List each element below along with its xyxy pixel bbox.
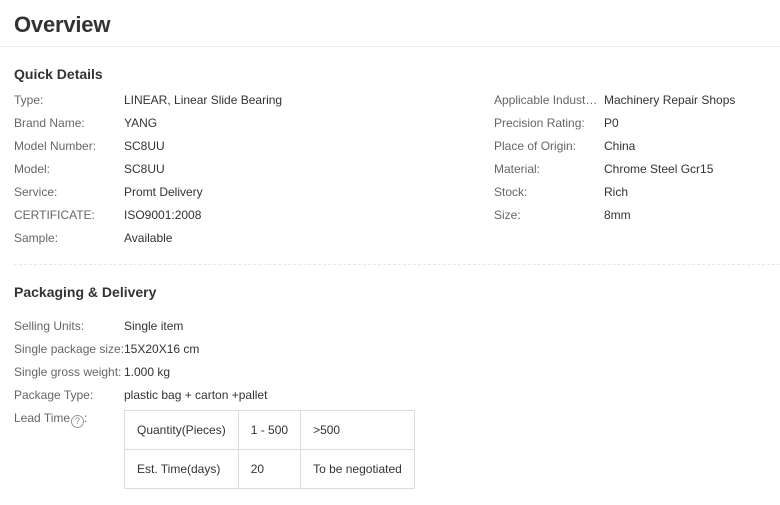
table-row: Est. Time(days) 20 To be negotiated [124,449,415,489]
detail-value: plastic bag + carton +pallet [124,388,268,402]
detail-value: SC8UU [124,162,165,176]
lead-time-label: Lead Time?: [14,411,87,428]
detail-value: 1.000 kg [124,365,171,379]
detail-value: Rich [604,185,629,199]
detail-value: P0 [604,116,619,130]
detail-label: Material: [494,162,541,176]
detail-label: Package Type: [14,388,94,402]
table-row: Quantity(Pieces) 1 - 500 >500 [124,410,415,450]
table-cell: >500 [300,410,415,450]
table-cell: Est. Time(days) [124,449,239,489]
detail-value: YANG [124,116,158,130]
detail-label: Sample: [14,231,59,245]
detail-value: Available [124,231,173,245]
table-cell: 20 [237,449,302,489]
packaging-delivery-heading: Packaging & Delivery [14,284,157,300]
detail-value: 15X20X16 cm [124,342,200,356]
section-divider [14,264,780,265]
page-title: Overview [14,12,111,37]
detail-label: Type: [14,93,44,107]
detail-label: Selling Units: [14,319,85,333]
detail-label: Stock: [494,185,528,199]
detail-label: Model: [14,162,51,176]
detail-value: Single item [124,319,184,333]
quick-details-heading: Quick Details [14,66,103,82]
detail-label: Size: [494,208,521,222]
detail-value: China [604,139,636,153]
detail-label: Model Number: [14,139,97,153]
detail-label: CERTIFICATE: [14,208,95,222]
detail-value: ISO9001:2008 [124,208,202,222]
detail-value: SC8UU [124,139,165,153]
lead-time-colon: : [84,411,88,425]
lead-time-table: Quantity(Pieces) 1 - 500 >500 Est. Time(… [124,410,415,489]
detail-label: Service: [14,185,58,199]
detail-label: Brand Name: [14,116,85,130]
detail-label: Single gross weight: [14,365,122,379]
detail-label: Precision Rating: [494,116,585,130]
lead-time-text: Lead Time [14,411,71,425]
detail-value: LINEAR, Linear Slide Bearing [124,93,283,107]
detail-value: Promt Delivery [124,185,203,199]
detail-label: Single package size: [14,342,125,356]
help-icon[interactable]: ? [71,415,85,428]
table-cell: Quantity(Pieces) [124,410,239,450]
detail-label: Applicable Industri... [494,93,600,107]
detail-value: 8mm [604,208,631,222]
detail-value: Machinery Repair Shops [604,93,736,107]
title-divider [0,46,780,47]
table-cell: To be negotiated [300,449,415,489]
table-cell: 1 - 500 [237,410,302,450]
detail-label: Place of Origin: [494,139,577,153]
detail-value: Chrome Steel Gcr15 [604,162,714,176]
